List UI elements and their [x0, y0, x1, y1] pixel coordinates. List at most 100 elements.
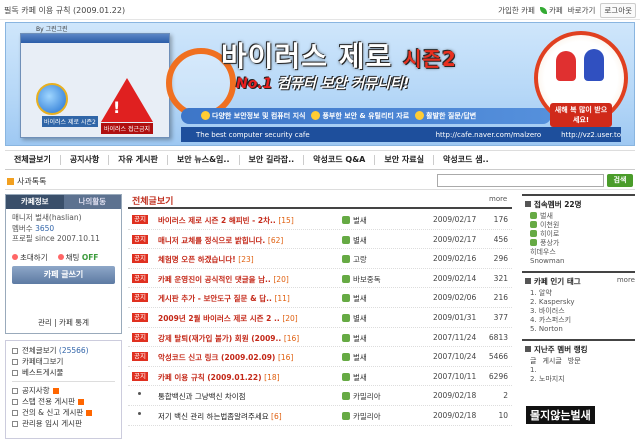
post-row[interactable]: 공지 바이러스 제로 시즌 2 해피빈 - 2차.. [15] 벌새 2009/02/… — [128, 210, 512, 230]
writer-avatar-icon — [342, 216, 350, 224]
post-subject[interactable]: 2009년 2월 바이러스 제로 시즌 2 .. [20] — [158, 313, 336, 324]
ranking-title-text: 지난주 멤버 랭킹 — [534, 345, 588, 354]
post-row[interactable]: 공지 체험명 오픈 하겠습니다! [23] 고랑 2009/02/16 296 — [128, 249, 512, 269]
nav-item-malware-sample[interactable]: 악성코드 샘.. — [434, 155, 498, 165]
menu-tags[interactable]: 카페태그보기 — [12, 356, 115, 367]
ranking-tab-visits[interactable]: 방문 — [568, 357, 581, 366]
tab-cafe-info[interactable]: 카페정보 — [6, 195, 64, 209]
nav-item-free[interactable]: 자유 게시판 — [109, 155, 168, 165]
member-name: 히이로 — [540, 230, 560, 238]
post-writer[interactable]: 별새 — [342, 235, 422, 246]
post-subject[interactable]: 통합백신과 그냥백신 차이점 — [158, 391, 336, 402]
search-input[interactable] — [437, 174, 604, 187]
post-writer[interactable]: 고랑 — [342, 254, 422, 265]
menu-label: 공지사항 — [22, 386, 50, 395]
tag-item[interactable]: 2. Kaspersky — [522, 298, 635, 307]
menu-report[interactable]: 건의 & 신고 게시판 — [12, 407, 115, 418]
post-subject[interactable]: 카페 운영진이 공식적인 댓글을 남.. [20] — [158, 274, 336, 285]
ranking-box: 지난주 멤버 랭킹 글 게시글 방문 1. 2. 노마지지 — [522, 339, 635, 384]
post-writer[interactable]: 바보중독 — [342, 274, 422, 285]
ranking-tab-boards[interactable]: 게시글 — [542, 357, 561, 366]
member-item[interactable]: 벌새 — [522, 212, 635, 221]
post-row[interactable]: 저기 백신 관리 하는법좀알려주세요 [6] 카밀리아 2009/02/18 10 — [128, 406, 512, 426]
post-row[interactable]: 통합백신과 그냥백신 차이점 카밀리아 2009/02/18 2 — [128, 386, 512, 406]
member-item[interactable]: 히데우스 — [522, 248, 635, 257]
nav-item-security-guide[interactable]: 보안 길라잡.. — [240, 155, 305, 165]
chat-text: 채팅 — [65, 252, 80, 262]
post-subject[interactable]: 바이러스 제로 시즌 2 해피빈 - 2차.. [15] — [158, 215, 336, 226]
tag-item[interactable]: 1. 알약 — [522, 289, 635, 298]
feature-item: 다양한 보안정보 및 컴퓨터 지식 — [201, 111, 305, 121]
post-subject[interactable]: 저기 백신 관리 하는법좀알려주세요 [6] — [158, 411, 336, 422]
post-subject[interactable]: 강제 탈퇴(재가입 불가) 회원 (2009.. [16] — [158, 333, 336, 344]
tab-my-activity[interactable]: 나의활동 — [63, 195, 121, 209]
post-subject[interactable]: 악성코드 신고 링크 (2009.02.09) [16] — [158, 352, 336, 363]
menu-admin-temp[interactable]: 관리용 임시 게시판 — [12, 418, 115, 429]
notice-tag: 공지 — [132, 293, 148, 303]
post-hits: 10 — [498, 410, 508, 420]
tag-item[interactable]: 5. Norton — [522, 325, 635, 334]
post-hits: 2 — [503, 391, 508, 401]
member-item[interactable]: 이천원 — [522, 221, 635, 230]
members-count[interactable]: 3650 — [35, 224, 54, 233]
tag-item[interactable]: 3. 바이러스 — [522, 307, 635, 316]
post-subject[interactable]: 게시판 추가 - 보안도구 질문 & 답.. [11] — [158, 293, 336, 304]
more-link[interactable]: more — [489, 195, 507, 203]
member-item[interactable]: 히이로 — [522, 230, 635, 239]
post-row[interactable]: 공지 2009년 2월 바이러스 제로 시즌 2 .. [20] 별새 2009/01… — [128, 308, 512, 328]
manage-links[interactable]: 관리 | 카페 통계 — [6, 317, 121, 328]
post-row[interactable]: 공지 강제 탈퇴(재가입 불가) 회원 (2009.. [16] 벌새 2007/11… — [128, 328, 512, 348]
menu-staff[interactable]: 스탭 전용 게시판 — [12, 396, 115, 407]
cafe-home-link[interactable]: 카페 — [539, 5, 563, 16]
ranking-title: 지난주 멤버 랭킹 — [522, 341, 635, 357]
ranking-item[interactable]: 1. — [522, 366, 635, 375]
menu-best[interactable]: 베스트게시물 — [12, 367, 115, 378]
notice-tag: 공지 — [132, 352, 148, 362]
post-row[interactable]: 공지 카페 운영진이 공식적인 댓글을 남.. [20] 바보중독 2009/02/1… — [128, 269, 512, 289]
nav-item-malware-qa[interactable]: 악성코드 Q&A — [304, 155, 376, 165]
menu-all-posts[interactable]: 전체글보기 (25566) — [12, 345, 115, 356]
post-writer[interactable]: 벌새 — [342, 293, 422, 304]
post-list-title[interactable]: 전체글보기 — [132, 194, 173, 207]
member-item[interactable]: Snowman — [522, 257, 635, 266]
post-writer[interactable]: 벌새 — [342, 215, 422, 226]
post-writer[interactable]: 별새 — [342, 313, 422, 324]
post-subject[interactable]: 체험명 오픈 하겠습니다! [23] — [158, 254, 336, 265]
shortcut-dropdown[interactable]: 바로가기 — [568, 5, 596, 16]
post-row[interactable]: 공지 악성코드 신고 링크 (2009.02.09) [16] 벌새 2007/10/… — [128, 347, 512, 367]
invite-link[interactable]: 초대하기 — [12, 252, 48, 263]
post-writer[interactable]: 카밀리아 — [342, 391, 422, 402]
post-row[interactable]: 공지 매니저 교체를 정식으로 밝힙니다. [62] 별새 2009/02/17 456 — [128, 230, 512, 250]
ranking-item[interactable]: 2. 노마지지 — [522, 375, 635, 384]
cafe-url[interactable]: http://cafe.naver.com/malzero — [436, 131, 542, 139]
nav-item-notice[interactable]: 공지사항 — [61, 155, 110, 165]
member-item[interactable]: 풍상가 — [522, 239, 635, 248]
logout-button[interactable]: 로그아웃 — [600, 3, 636, 18]
post-writer[interactable]: 벌새 — [342, 333, 422, 344]
write-button[interactable]: 카페 글쓰기 — [12, 265, 115, 284]
post-subject[interactable]: 매니저 교체를 정식으로 밝힙니다. [62] — [158, 235, 336, 246]
menu-notice[interactable]: 공지사항 — [12, 385, 115, 396]
nav-item-security-news[interactable]: 보안 뉴스&임.. — [168, 155, 240, 165]
nav-item-all[interactable]: 전체글보기 — [5, 155, 61, 165]
notice-link[interactable]: 필독 카페 이용 규칙 (2009.01.22) — [4, 5, 125, 16]
alt-url[interactable]: http://vz2.user.to — [561, 131, 621, 139]
tag-item[interactable]: 4. 카스퍼스키 — [522, 316, 635, 325]
post-writer[interactable]: 벌새 — [342, 372, 422, 383]
post-writer[interactable]: 벌새 — [342, 352, 422, 363]
search-button[interactable]: 검색 — [607, 174, 633, 187]
post-row[interactable]: 공지 게시판 추가 - 보안도구 질문 & 답.. [11] 벌새 2009/02/0… — [128, 288, 512, 308]
post-row[interactable]: 공지 카페 이용 규칙 (2009.01.22) [18] 벌새 2007/10/11… — [128, 367, 512, 387]
nav-item-security-files[interactable]: 보안 자료실 — [375, 155, 434, 165]
apple-talk-label[interactable]: 사과톡톡 — [7, 176, 46, 187]
popular-more-link[interactable]: more — [617, 276, 635, 284]
joined-cafe-dropdown[interactable]: 가입한 카페 — [498, 5, 535, 16]
manager-name[interactable]: 벌새(haslian) — [35, 213, 81, 222]
post-subject[interactable]: 카페 이용 규칙 (2009.01.22) [18] — [158, 372, 336, 383]
post-writer[interactable]: 카밀리아 — [342, 411, 422, 422]
ranking-tab-posts[interactable]: 글 — [530, 357, 536, 366]
chat-link[interactable]: 채팅 OFF — [57, 252, 98, 263]
member-avatar-icon — [530, 239, 537, 246]
banner-title-main: 바이러스 제로 — [221, 40, 393, 73]
cafe-info-panel: 카페정보 나의활동 매니저 벌새(haslian) 멤버수 3650 프로필 s… — [5, 194, 122, 334]
